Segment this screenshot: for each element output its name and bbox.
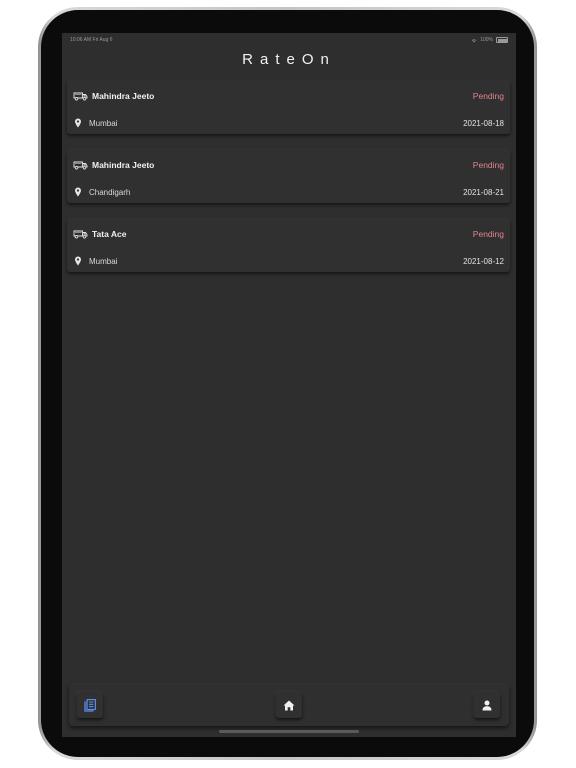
request-date: 2021-08-21: [463, 187, 504, 197]
truck-icon: [73, 230, 88, 239]
bottom-nav-bar: [69, 684, 509, 726]
location-text: Mumbai: [89, 118, 118, 128]
list-icon: [84, 698, 96, 712]
location-group: Mumbai: [73, 256, 117, 266]
battery-percent: 100%: [480, 37, 493, 43]
nav-home-button[interactable]: [276, 692, 302, 718]
status-date: Fri Aug 6: [92, 37, 113, 43]
battery-icon: [496, 37, 508, 43]
request-card[interactable]: Tata Ace Pending Mumbai 2021-08-12: [67, 219, 510, 272]
nav-list-button[interactable]: [77, 692, 103, 718]
vehicle-name: Mahindra Jeeto: [92, 160, 155, 170]
vehicle-group: Mahindra Jeeto: [73, 91, 154, 101]
request-card[interactable]: Mahindra Jeeto Pending Chandigarh 2021-0…: [67, 150, 510, 203]
status-time: 10:06 AM: [70, 37, 92, 43]
card-header-row: Tata Ace Pending: [73, 229, 504, 239]
request-card[interactable]: Mahindra Jeeto Pending Mumbai 2021-08-18: [67, 81, 510, 134]
request-date: 2021-08-12: [463, 256, 504, 266]
vehicle-group: Tata Ace: [73, 229, 127, 239]
card-detail-row: Mumbai 2021-08-12: [73, 256, 504, 266]
truck-icon: [73, 92, 88, 101]
home-icon: [283, 700, 295, 710]
location-pin-icon: [75, 187, 81, 197]
location-pin-icon: [75, 256, 81, 266]
card-header-row: Mahindra Jeeto Pending: [73, 160, 504, 170]
card-header-row: Mahindra Jeeto Pending: [73, 91, 504, 101]
person-icon: [482, 700, 492, 710]
card-detail-row: Chandigarh 2021-08-21: [73, 187, 504, 197]
request-date: 2021-08-18: [463, 118, 504, 128]
location-text: Mumbai: [89, 256, 118, 266]
card-detail-row: Mumbai 2021-08-18: [73, 118, 504, 128]
location-pin-icon: [75, 118, 81, 128]
nav-profile-button[interactable]: [474, 692, 500, 718]
status-badge: Pending: [472, 229, 504, 239]
vehicle-name: Tata Ace: [92, 229, 127, 239]
wifi-icon: [471, 38, 477, 42]
vehicle-group: Mahindra Jeeto: [73, 160, 154, 170]
home-indicator[interactable]: [219, 730, 359, 733]
vehicle-name: Mahindra Jeeto: [92, 91, 155, 101]
status-time-date: 10:06 AM Fri Aug 6: [70, 37, 113, 43]
app-screen: 10:06 AM Fri Aug 6 100% RateOn Mahindra …: [62, 33, 516, 737]
location-text: Chandigarh: [89, 187, 131, 197]
location-group: Chandigarh: [73, 187, 130, 197]
status-badge: Pending: [472, 91, 504, 101]
location-group: Mumbai: [73, 118, 117, 128]
app-title: RateOn: [242, 51, 336, 68]
truck-icon: [73, 161, 88, 170]
status-bar: 10:06 AM Fri Aug 6 100%: [62, 33, 516, 47]
status-right: 100%: [471, 37, 508, 43]
status-badge: Pending: [472, 160, 504, 170]
